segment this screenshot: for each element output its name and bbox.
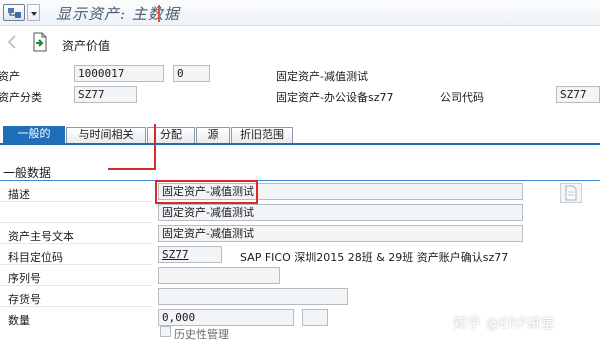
asset-label: 资产	[0, 70, 20, 83]
serial-number-field[interactable]	[158, 267, 280, 284]
serial-number-label: 序列号	[8, 272, 41, 285]
back-icon[interactable]	[5, 34, 19, 50]
tab-origin[interactable]: 源	[196, 127, 230, 143]
history-label: 历史性管理	[174, 328, 229, 341]
row-separator	[0, 201, 152, 202]
sub-number-field[interactable]: 0	[173, 65, 210, 82]
row-separator	[0, 243, 152, 244]
account-determination-field[interactable]: SZ77	[158, 246, 222, 263]
company-code-label: 公司代码	[440, 91, 484, 104]
document-icon[interactable]	[31, 32, 49, 52]
group-title: 一般数据	[3, 166, 52, 180]
tab-general[interactable]: 一般的	[3, 126, 65, 143]
description-label: 描述	[8, 188, 30, 201]
cursor-mark	[158, 5, 160, 22]
row-separator	[0, 264, 152, 265]
inventory-number-label: 存货号	[8, 293, 41, 306]
main-text-label: 资产主号文本	[8, 230, 74, 243]
tab-underline	[0, 143, 600, 145]
group-divider	[0, 180, 600, 181]
row-separator	[0, 285, 152, 286]
highlight-box	[155, 180, 258, 204]
tab-depreciation-areas[interactable]: 折旧范围	[231, 127, 293, 143]
long-text-button[interactable]	[560, 183, 582, 203]
quantity-field[interactable]: 0,000	[158, 309, 294, 326]
tab-time-dependent[interactable]: 与时间相关	[66, 127, 146, 143]
asset-number-field[interactable]: 1000017	[74, 65, 164, 82]
company-code-field[interactable]: SZ77	[556, 86, 600, 103]
annotation-line	[108, 168, 156, 170]
system-menu-button[interactable]	[3, 4, 25, 21]
asset-description-text: 固定资产-减值测试	[276, 70, 368, 83]
main-text-field[interactable]: 固定资产-减值测试	[158, 225, 523, 242]
watermark: 知乎 @ERP讲堂	[453, 316, 555, 332]
asset-class-label: 资产分类	[0, 91, 42, 104]
row-separator	[0, 306, 152, 307]
menu-dropdown-button[interactable]	[27, 4, 40, 21]
window-title: 显示资产: 主数据	[56, 5, 180, 23]
asset-class-description: 固定资产-办公设备sz77	[276, 91, 394, 104]
toolbar: 资产价值	[0, 27, 600, 59]
account-determination-label: 科目定位码	[8, 251, 63, 264]
account-determination-text: SAP FICO 深圳2015 28班 & 29班 资产账户确认sz77	[240, 251, 509, 264]
row-separator	[0, 222, 152, 223]
description-field-2[interactable]: 固定资产-减值测试	[158, 204, 523, 221]
document-icon	[565, 185, 577, 201]
asset-class-field[interactable]: SZ77	[74, 86, 137, 103]
quantity-label: 数量	[8, 314, 30, 327]
asset-values-button[interactable]: 资产价值	[62, 37, 110, 54]
title-bar: 显示资产: 主数据	[0, 0, 600, 26]
annotation-line	[154, 124, 156, 170]
unit-field[interactable]	[302, 309, 328, 326]
menu-icon	[8, 8, 21, 18]
tab-strip: 一般的 与时间相关 分配 源 折旧范围	[0, 125, 600, 143]
history-checkbox[interactable]	[160, 326, 171, 337]
inventory-number-field[interactable]	[158, 288, 348, 305]
